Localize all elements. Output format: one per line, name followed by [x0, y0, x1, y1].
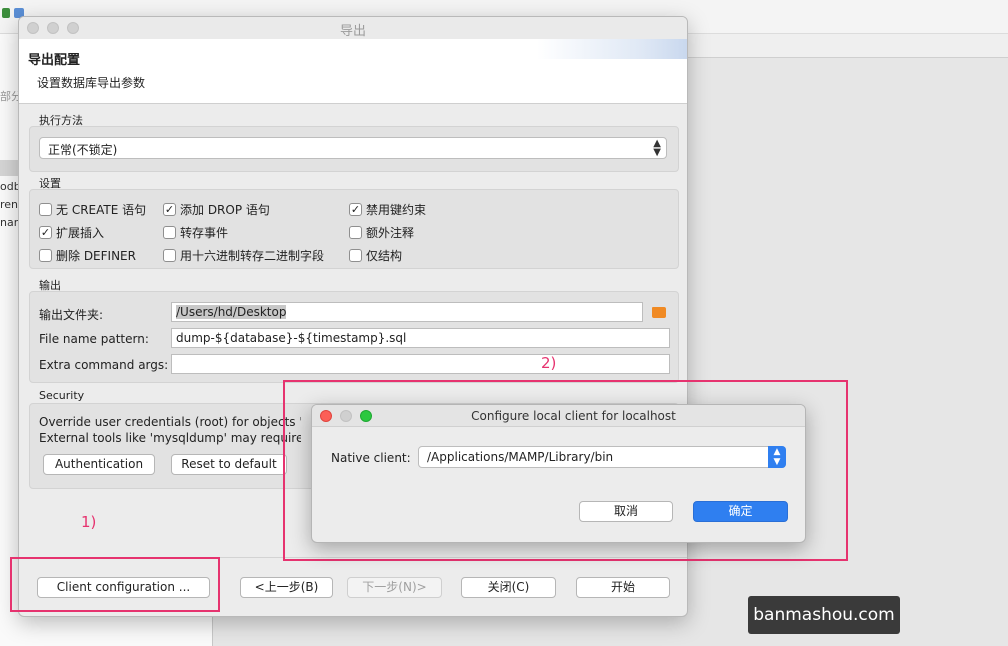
annotation-1: 1)	[81, 513, 97, 531]
setting-label: 禁用键约束	[366, 203, 427, 217]
file-pattern-label: File name pattern:	[39, 332, 149, 346]
setting-extended-insert[interactable]: ✓ 扩展插入	[39, 224, 104, 241]
native-client-combo[interactable]: /Applications/MAMP/Library/bin ▲ ▼	[418, 446, 786, 468]
start-button[interactable]: 开始	[576, 577, 670, 598]
checkbox[interactable]	[349, 249, 362, 262]
watermark: banmashou.com	[748, 596, 900, 634]
highlight-box-1	[10, 557, 220, 612]
page-subtitle: 设置数据库导出参数	[37, 76, 146, 90]
header-divider	[19, 103, 687, 104]
security-line-2: External tools like 'mysqldump' may requ…	[39, 431, 301, 445]
checkbox-checked[interactable]: ✓	[163, 203, 176, 216]
back-button[interactable]: <上一步(B)	[240, 577, 333, 598]
output-folder-field[interactable]: /Users/hd/Desktop	[171, 302, 643, 322]
output-folder-label: 输出文件夹:	[39, 308, 104, 322]
annotation-2: 2)	[541, 354, 557, 372]
client-config-dialog: Configure local client for localhost Nat…	[311, 404, 806, 543]
reset-default-button[interactable]: Reset to default	[171, 454, 287, 475]
setting-remove-definer[interactable]: 删除 DEFINER	[39, 247, 136, 264]
navigator-selection	[0, 160, 18, 176]
output-folder-value: /Users/hd/Desktop	[176, 305, 287, 319]
setting-label: 无 CREATE 语句	[56, 203, 147, 217]
native-client-label: Native client:	[331, 451, 411, 465]
checkbox[interactable]	[39, 203, 52, 216]
header-decoration	[537, 39, 687, 59]
cancel-button[interactable]: 取消	[579, 501, 673, 522]
file-pattern-value: dump-${database}-${timestamp}.sql	[176, 331, 407, 345]
checkbox[interactable]	[163, 249, 176, 262]
folder-icon[interactable]	[652, 307, 666, 318]
setting-structure-only[interactable]: 仅结构	[349, 247, 402, 264]
checkbox[interactable]	[163, 226, 176, 239]
checkbox[interactable]	[349, 226, 362, 239]
subdialog-titlebar: Configure local client for localhost	[312, 405, 805, 427]
setting-disable-keys[interactable]: ✓ 禁用键约束	[349, 201, 426, 218]
extra-args-label: Extra command args:	[39, 358, 169, 372]
setting-label: 添加 DROP 语句	[180, 203, 270, 217]
navigator-text[interactable]: ren	[0, 198, 18, 211]
checkbox-checked[interactable]: ✓	[39, 226, 52, 239]
setting-add-drop[interactable]: ✓ 添加 DROP 语句	[163, 201, 270, 218]
setting-label: 扩展插入	[56, 226, 105, 240]
method-select[interactable]: 正常(不锁定) ▲ ▼	[39, 137, 667, 159]
next-button[interactable]: 下一步(N)>	[347, 577, 442, 598]
setting-label: 额外注释	[366, 226, 415, 240]
native-client-value: /Applications/MAMP/Library/bin	[427, 450, 614, 464]
setting-label: 转存事件	[180, 226, 229, 240]
file-pattern-field[interactable]: dump-${database}-${timestamp}.sql	[171, 328, 670, 348]
ok-button[interactable]: 确定	[693, 501, 788, 522]
setting-no-create[interactable]: 无 CREATE 语句	[39, 201, 146, 218]
chevron-updown-icon[interactable]: ▲ ▼	[768, 446, 786, 468]
setting-label: 仅结构	[366, 249, 403, 263]
checkbox-checked[interactable]: ✓	[349, 203, 362, 216]
security-line-1: Override user credentials (root) for obj…	[39, 415, 301, 429]
page-title: 导出配置	[28, 53, 81, 68]
dialog-title: 导出	[339, 24, 366, 39]
setting-hex-blob[interactable]: 用十六进制转存二进制字段	[163, 247, 324, 264]
setting-label: 用十六进制转存二进制字段	[180, 249, 325, 263]
close-button[interactable]: 关闭(C)	[461, 577, 556, 598]
setting-extra-comments[interactable]: 额外注释	[349, 224, 414, 241]
extra-args-field[interactable]	[171, 354, 670, 374]
authentication-button[interactable]: Authentication	[43, 454, 155, 475]
chevron-updown-icon: ▲ ▼	[653, 138, 661, 158]
setting-label: 删除 DEFINER	[56, 249, 136, 263]
setting-dump-events[interactable]: 转存事件	[163, 224, 228, 241]
dialog-titlebar: 导出	[19, 17, 687, 39]
toolbar-icon[interactable]	[2, 8, 10, 18]
method-select-value: 正常(不锁定)	[48, 143, 118, 157]
security-section-label: Security	[39, 389, 85, 402]
subdialog-title: Configure local client for localhost	[471, 409, 676, 423]
checkbox[interactable]	[39, 249, 52, 262]
